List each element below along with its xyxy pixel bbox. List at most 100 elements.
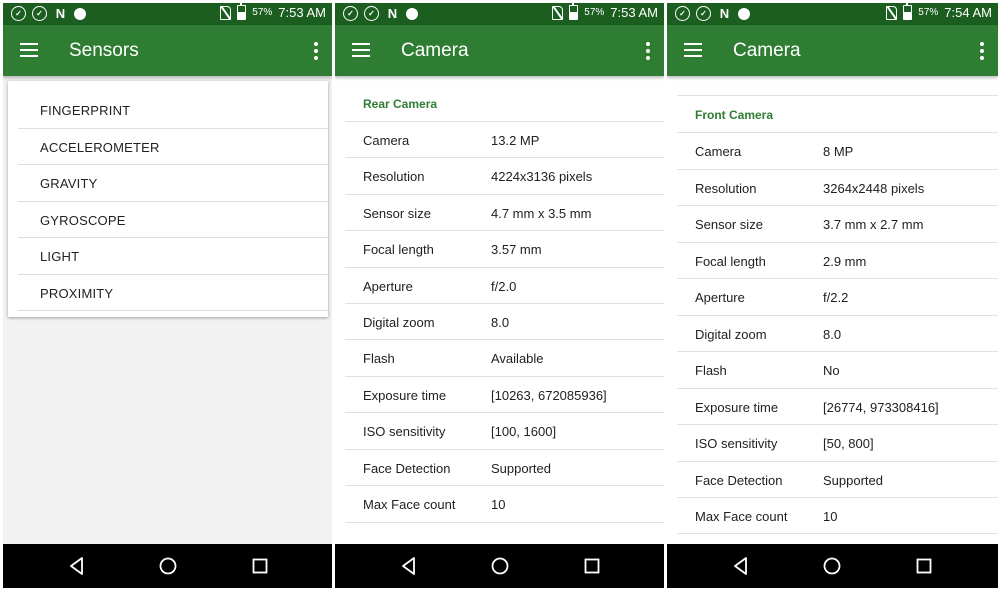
sensor-item-label: LIGHT bbox=[40, 249, 80, 264]
spec-value: [10263, 672085936] bbox=[491, 387, 607, 403]
spec-value: [100, 1600] bbox=[491, 424, 557, 440]
battery-charging-icon bbox=[237, 3, 247, 20]
spec-label: Aperture bbox=[695, 290, 745, 305]
no-sim-icon bbox=[220, 5, 232, 20]
status-bar: ✓ ✓ N 57% 7:54 AM bbox=[667, 3, 998, 25]
spec-value: 8 MP bbox=[823, 144, 854, 159]
status-time: 7:53 AM bbox=[610, 5, 658, 20]
hamburger-menu-icon[interactable] bbox=[352, 43, 370, 57]
spec-value: 13.2 MP bbox=[491, 133, 540, 148]
sensor-item-light[interactable]: LIGHT bbox=[18, 238, 328, 275]
sensor-item-fingerprint[interactable]: FINGERPRINT bbox=[18, 92, 328, 129]
sensor-item-proximity[interactable]: PROXIMITY bbox=[18, 275, 328, 311]
hamburger-menu-icon[interactable] bbox=[684, 43, 702, 57]
battery-charging-icon bbox=[903, 3, 913, 20]
spec-label: Focal length bbox=[363, 242, 434, 258]
spec-row-focal-length: Focal length 3.57 mm bbox=[345, 230, 664, 266]
spec-label: Flash bbox=[363, 351, 395, 367]
check-circle-icon: ✓ bbox=[696, 6, 711, 21]
spec-value: f/2.2 bbox=[823, 290, 849, 305]
spec-label: ISO sensitivity bbox=[363, 424, 446, 440]
overflow-menu-icon[interactable] bbox=[313, 42, 319, 60]
spec-row-flash: Flash Available bbox=[345, 339, 664, 375]
sensor-item-label: GRAVITY bbox=[40, 176, 98, 191]
battery-percent: 57% bbox=[252, 7, 273, 18]
spec-row-max-face-count: Max Face count 10 bbox=[677, 497, 998, 533]
n-notification-icon: N bbox=[387, 6, 398, 21]
app-toolbar: Camera bbox=[335, 25, 664, 76]
recents-icon[interactable] bbox=[249, 555, 271, 577]
check-circle-icon: ✓ bbox=[364, 6, 379, 21]
check-circle-icon: ✓ bbox=[11, 6, 26, 21]
sensor-item-label: GYROSCOPE bbox=[40, 212, 126, 228]
toolbar-title: Camera bbox=[401, 40, 469, 61]
n-notification-icon: N bbox=[719, 6, 730, 21]
home-icon[interactable] bbox=[157, 555, 179, 577]
sensor-item-accelerometer[interactable]: ACCELEROMETER bbox=[18, 129, 328, 165]
spec-label: Digital zoom bbox=[695, 326, 767, 342]
spec-label: ISO sensitivity bbox=[695, 436, 778, 451]
status-time: 7:53 AM bbox=[278, 5, 326, 20]
spec-label: Max Face count bbox=[695, 509, 788, 524]
spec-row-face-detection: Face Detection Supported bbox=[345, 448, 664, 485]
spec-row-digital-zoom: Digital zoom 8.0 bbox=[677, 314, 998, 351]
spec-label: Sensor size bbox=[363, 205, 431, 221]
recents-icon[interactable] bbox=[581, 555, 603, 577]
spec-value: f/2.0 bbox=[491, 278, 517, 294]
rear-camera-screen: ✓ ✓ N 57% 7:53 AM Camera Rear Camera Cam… bbox=[335, 3, 664, 588]
spec-row-sensor-size: Sensor size 3.7 mm x 2.7 mm bbox=[677, 205, 998, 241]
spec-label: Max Face count bbox=[363, 497, 456, 512]
sensor-item-label: ACCELEROMETER bbox=[40, 139, 160, 155]
spec-value: 4224x3136 pixels bbox=[491, 169, 593, 185]
spec-row-focal-length: Focal length 2.9 mm bbox=[677, 241, 998, 278]
spec-label: Digital zoom bbox=[363, 315, 435, 330]
check-circle-icon: ✓ bbox=[32, 6, 47, 21]
spec-value: [50, 800] bbox=[823, 436, 874, 451]
spec-value: 10 bbox=[823, 509, 838, 524]
home-icon[interactable] bbox=[489, 555, 511, 577]
spec-row-camera: Camera 8 MP bbox=[677, 132, 998, 168]
battery-percent: 57% bbox=[584, 7, 605, 18]
spec-label: Face Detection bbox=[363, 460, 451, 476]
spec-row-exposure-time: Exposure time [26774, 973308416] bbox=[677, 387, 998, 424]
app-notification-icon bbox=[74, 8, 86, 20]
back-icon[interactable] bbox=[398, 555, 420, 577]
spec-row-exposure-time: Exposure time [10263, 672085936] bbox=[345, 375, 664, 412]
spec-value: Supported bbox=[823, 472, 883, 488]
navigation-bar bbox=[3, 544, 332, 588]
spec-value: [26774, 973308416] bbox=[823, 399, 939, 415]
list-divider bbox=[345, 522, 664, 523]
list-divider bbox=[677, 533, 998, 534]
spec-row-aperture: Aperture f/2.0 bbox=[345, 266, 664, 303]
spec-value: 10 bbox=[491, 497, 506, 512]
check-circle-icon: ✓ bbox=[675, 6, 690, 21]
sensor-item-label: PROXIMITY bbox=[40, 285, 114, 301]
spec-label: Sensor size bbox=[695, 217, 763, 232]
hamburger-menu-icon[interactable] bbox=[20, 43, 38, 57]
sensor-item-gravity[interactable]: GRAVITY bbox=[18, 165, 328, 202]
spec-value: 8.0 bbox=[823, 326, 842, 342]
sensor-item-gyroscope[interactable]: GYROSCOPE bbox=[18, 202, 328, 238]
spec-value: 3.7 mm x 2.7 mm bbox=[823, 217, 924, 232]
section-title-front-camera: Front Camera bbox=[695, 108, 774, 122]
overflow-menu-icon[interactable] bbox=[979, 42, 985, 60]
spec-row-iso-sensitivity: ISO sensitivity [100, 1600] bbox=[345, 412, 664, 448]
no-sim-icon bbox=[552, 5, 564, 20]
spec-value: 2.9 mm bbox=[823, 253, 867, 269]
spec-row-face-detection: Face Detection Supported bbox=[677, 460, 998, 497]
app-toolbar: Sensors bbox=[3, 25, 332, 76]
spec-label: Camera bbox=[695, 144, 742, 159]
spec-label: Resolution bbox=[695, 180, 757, 196]
spec-label: Exposure time bbox=[363, 387, 447, 403]
no-sim-icon bbox=[886, 5, 898, 20]
spec-value: No bbox=[823, 363, 840, 378]
app-toolbar: Camera bbox=[667, 25, 998, 76]
spec-label: Flash bbox=[695, 363, 727, 378]
overflow-menu-icon[interactable] bbox=[645, 42, 651, 60]
back-icon[interactable] bbox=[730, 555, 752, 577]
back-icon[interactable] bbox=[66, 555, 88, 577]
spec-value: 8.0 bbox=[491, 315, 510, 330]
spec-row-resolution: Resolution 4224x3136 pixels bbox=[345, 157, 664, 193]
home-icon[interactable] bbox=[821, 555, 843, 577]
recents-icon[interactable] bbox=[913, 555, 935, 577]
